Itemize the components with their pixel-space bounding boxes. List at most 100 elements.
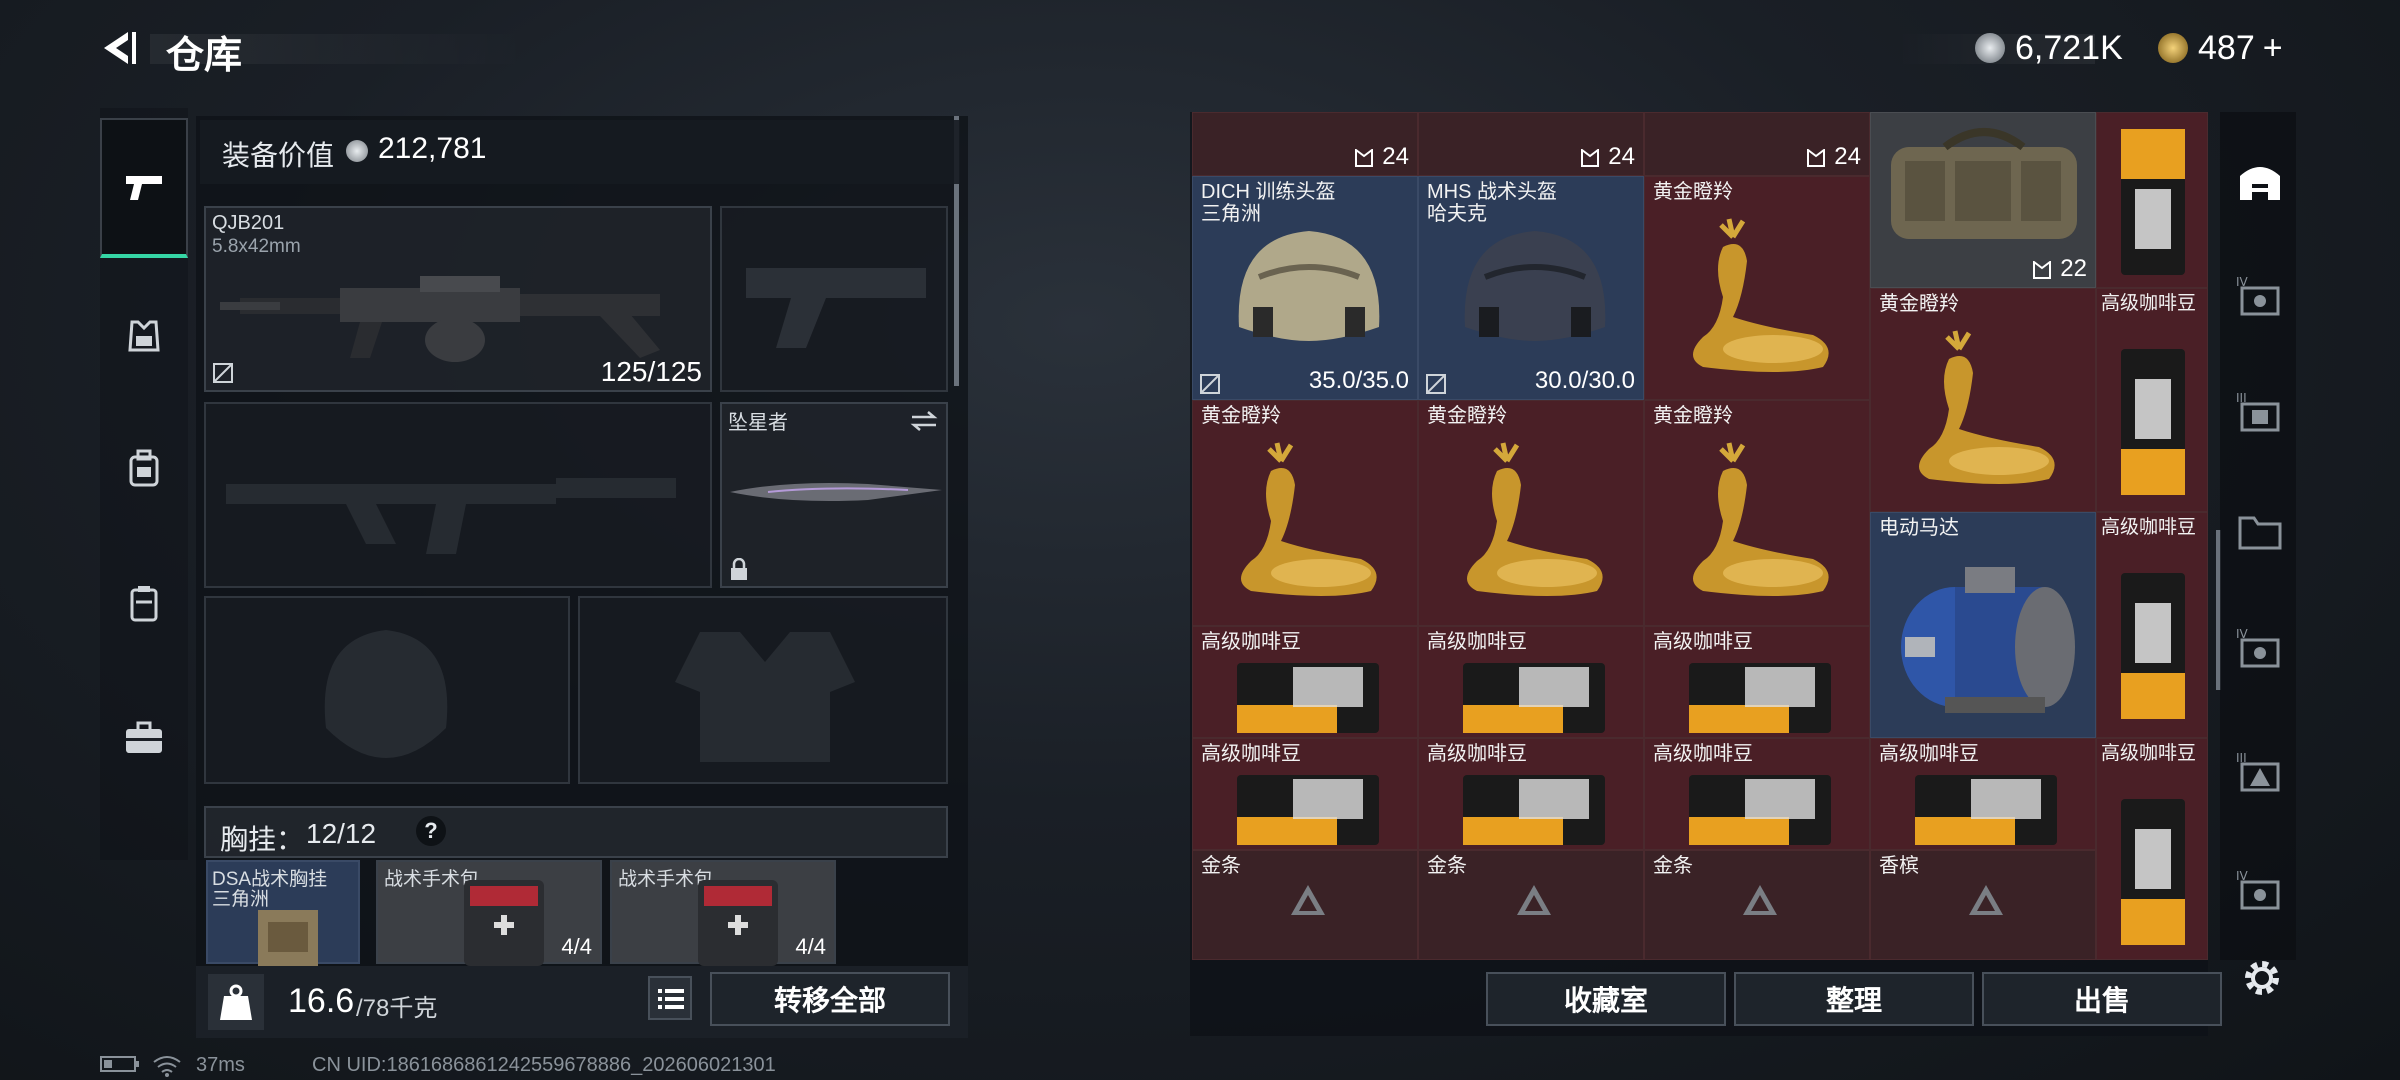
pistol-silhouette-icon (746, 268, 926, 348)
item-stack-count: 24 (1608, 143, 1635, 170)
nav-chest-rig[interactable] (100, 533, 188, 673)
first-aid-kit-image (464, 880, 544, 966)
stash-item-coffee-beans[interactable]: 高级咖啡豆 (1644, 738, 1870, 850)
helmet-image (1464, 231, 1606, 341)
weapon-durability: 125/125 (600, 356, 702, 387)
helmet-mark-icon (1807, 149, 1825, 167)
stash-item-champagne[interactable]: 香槟 (1870, 850, 2096, 960)
settings-button[interactable] (2240, 956, 2284, 1000)
currency-triangle[interactable]: 487 + (2158, 28, 2283, 68)
helmet-slot[interactable] (204, 596, 570, 784)
pistol-slot[interactable] (720, 206, 948, 392)
coin-icon (1975, 33, 2005, 63)
add-currency-button[interactable]: + (2263, 29, 2283, 68)
stash-item-coffee-bag[interactable]: 高级咖啡豆 (2096, 512, 2208, 738)
list-view-button[interactable] (648, 976, 692, 1020)
stash-item-coffee-bag[interactable] (2096, 112, 2208, 288)
sort-button[interactable]: 整理 (1734, 972, 1974, 1026)
tab-stash-3b[interactable]: III (2236, 748, 2284, 796)
toolbox-icon (126, 721, 162, 753)
golden-gazelle-image (1693, 442, 1829, 596)
tab-stash-folder[interactable] (2236, 506, 2284, 554)
item-name: 金条 (1653, 855, 1693, 877)
chest-item-surgery-kit-1[interactable]: 战术手术包 4/4 (376, 860, 602, 966)
nav-armor[interactable] (100, 266, 188, 406)
triangle-coin-amount: 487 (2198, 28, 2255, 67)
item-name: 金条 (1201, 855, 1241, 877)
tab-stash-4b[interactable]: IV (2236, 624, 2284, 672)
stash-shelf-icon: IV (2236, 869, 2280, 910)
armor-slot[interactable] (578, 596, 948, 784)
coffee-beans-image (1237, 663, 1379, 733)
stash-item-electric-motor[interactable]: 电动马达 (1870, 512, 2096, 738)
weapon-caliber: 5.8x42mm (212, 236, 301, 257)
tab-stash-4a[interactable]: IV (2236, 272, 2284, 320)
page-title: 仓库 (166, 35, 243, 77)
stash-item-duffel-bag[interactable]: 22 (1870, 112, 2096, 288)
collection-room-button[interactable]: 收藏室 (1486, 972, 1726, 1026)
primary-weapon-slot[interactable]: QJB201 5.8x42mm 125/125 (204, 206, 712, 392)
no-insurance-icon (1200, 374, 1220, 394)
weapon-name: QJB201 (212, 212, 285, 234)
equipment-value: 212,781 (378, 132, 487, 165)
stash-cell-partial[interactable]: 24 (1192, 112, 1418, 176)
stash-item-golden-gazelle[interactable]: 黄金瞪羚 (1644, 400, 1870, 626)
help-button[interactable]: ? (416, 816, 446, 846)
back-icon[interactable] (98, 28, 138, 68)
item-stack-count: 24 (1382, 143, 1409, 170)
stash-item-helmet-mhs[interactable]: MHS 战术头盔 哈夫克 30.0/30.0 (1418, 176, 1644, 400)
tab-all-stash[interactable] (2236, 156, 2284, 204)
stash-item-coffee-bag[interactable]: 高级咖啡豆 (2096, 738, 2208, 960)
stash-item-coffee-beans[interactable]: 高级咖啡豆 (1644, 626, 1870, 738)
stash-item-coffee-beans[interactable]: 高级咖啡豆 (1418, 626, 1644, 738)
item-name: 高级咖啡豆 (1653, 631, 1753, 653)
transfer-all-button[interactable]: 转移全部 (710, 972, 950, 1026)
lock-icon (731, 558, 747, 580)
stash-item-golden-gazelle[interactable]: 黄金瞪羚 (1870, 288, 2096, 512)
tab-stash-3a[interactable]: III (2236, 388, 2284, 436)
swap-icon[interactable] (910, 410, 938, 432)
item-name: 高级咖啡豆 (2101, 293, 2197, 314)
item-name: 高级咖啡豆 (1427, 631, 1527, 653)
chest-item-dsa[interactable]: DSA战术胸挂 三角洲 (206, 860, 360, 966)
nav-weapons[interactable] (100, 118, 188, 258)
melee-slot[interactable]: 坠星者 (720, 402, 948, 588)
item-name: 黄金瞪羚 (1653, 405, 1733, 427)
loading-triangle-icon (1291, 885, 1325, 915)
stash-cell-partial[interactable]: 24 (1418, 112, 1644, 176)
coffee-beans-image (1915, 775, 2057, 845)
stash-item-golden-gazelle[interactable]: 黄金瞪羚 (1644, 176, 1870, 400)
secondary-weapon-slot[interactable] (204, 402, 712, 588)
stash-item-coffee-beans[interactable]: 高级咖啡豆 (1870, 738, 2096, 850)
stash-item-golden-gazelle[interactable]: 黄金瞪羚 (1418, 400, 1644, 626)
stash-item-coffee-beans[interactable]: 高级咖啡豆 (1192, 626, 1418, 738)
no-insurance-icon (1426, 374, 1446, 394)
wifi-icon (152, 1054, 182, 1078)
stash-cell-partial[interactable]: 24 (1644, 112, 1870, 176)
helmet-mark-icon (2033, 261, 2051, 279)
stash-item-gold-bar[interactable]: 金条 (1192, 850, 1418, 960)
nav-backpack[interactable] (100, 398, 188, 538)
stash-item-coffee-beans[interactable]: 高级咖啡豆 (1418, 738, 1644, 850)
duffel-bag-image (1891, 128, 2077, 239)
item-name: 香槟 (1879, 855, 1919, 877)
item-name: 黄金瞪羚 (1201, 405, 1281, 427)
nav-case[interactable] (100, 668, 188, 808)
item-name: DICH 训练头盔 (1201, 181, 1336, 203)
stash-item-golden-gazelle[interactable]: 黄金瞪羚 (1192, 400, 1418, 626)
list-icon (658, 989, 684, 1009)
stash-item-gold-bar[interactable]: 金条 (1418, 850, 1644, 960)
home-vault-icon (2240, 167, 2280, 200)
coffee-beans-image (1463, 663, 1605, 733)
stash-item-gold-bar[interactable]: 金条 (1644, 850, 1870, 960)
golden-gazelle-image (1693, 218, 1829, 372)
stash-shelf-icon: IV (2236, 275, 2280, 316)
item-durability: 35.0/35.0 (1308, 367, 1409, 394)
chest-item-surgery-kit-2[interactable]: 战术手术包 4/4 (610, 860, 836, 966)
item-name: 金条 (1427, 855, 1467, 877)
tab-stash-4c[interactable]: IV (2236, 866, 2284, 914)
stash-item-helmet-dich[interactable]: DICH 训练头盔 三角洲 35.0/35.0 (1192, 176, 1418, 400)
sell-button[interactable]: 出售 (1982, 972, 2222, 1026)
stash-item-coffee-beans[interactable]: 高级咖啡豆 (1192, 738, 1418, 850)
stash-item-coffee-bag[interactable]: 高级咖啡豆 (2096, 288, 2208, 512)
